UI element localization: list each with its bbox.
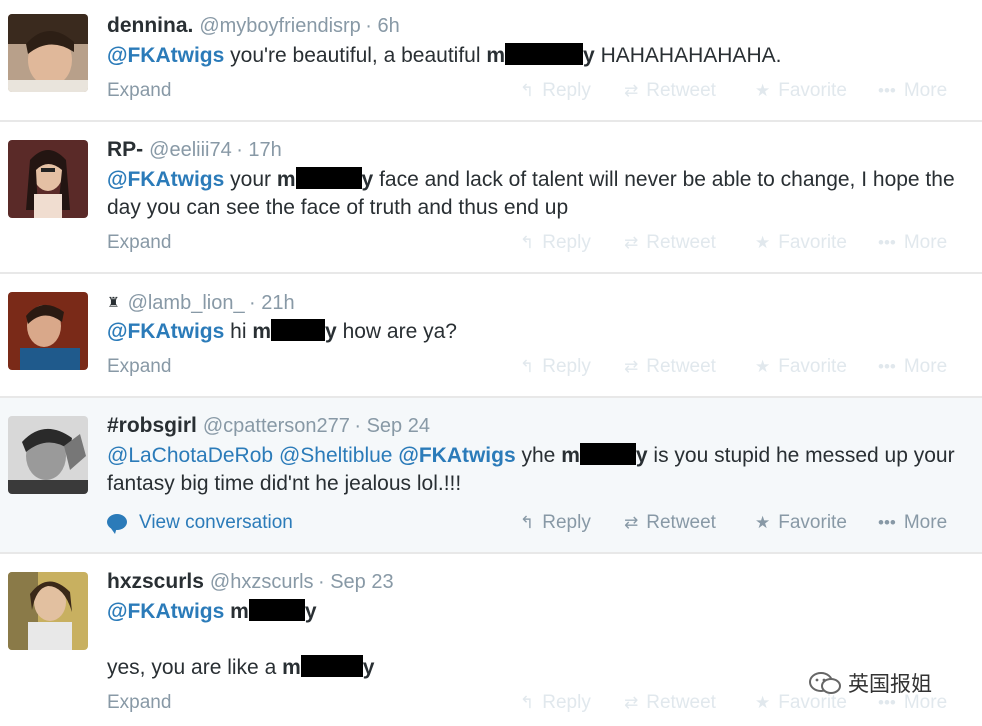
avatar[interactable] xyxy=(8,292,88,370)
more-button[interactable]: ••• More xyxy=(878,356,947,378)
expand-link[interactable]: Expand xyxy=(107,232,171,254)
avatar[interactable] xyxy=(8,140,88,218)
reply-icon: ↰ xyxy=(520,693,535,712)
redaction-bar xyxy=(300,655,363,677)
display-name[interactable]: dennina. xyxy=(107,14,193,37)
mention-link[interactable]: @Sheltiblue xyxy=(279,444,393,467)
tweet-1[interactable]: dennina. @myboyfriendisrp · 6h @FKAtwigs … xyxy=(0,0,982,122)
retweet-icon: ⇄ xyxy=(624,513,639,532)
tweet-header: RP- @eeliii74 · 17h xyxy=(107,138,282,162)
timestamp[interactable]: · Sep 24 xyxy=(354,415,430,437)
more-button[interactable]: ••• More xyxy=(878,232,947,254)
tweet-header: #robsgirl @cpatterson277 · Sep 24 xyxy=(107,414,430,438)
tweet-actions: ↰ Reply ⇄ Retweet ★ Favorite ••• More xyxy=(520,80,965,104)
retweet-button[interactable]: ⇄ Retweet xyxy=(624,232,716,254)
retweet-button[interactable]: ⇄ Retweet xyxy=(624,80,716,102)
retweet-icon: ⇄ xyxy=(624,693,639,712)
wechat-icon xyxy=(809,672,841,694)
avatar[interactable] xyxy=(8,416,88,494)
reply-icon: ↰ xyxy=(520,357,535,376)
protected-account-icon: ♜ xyxy=(107,294,120,310)
tweet-text: @FKAtwigs your my face and lack of talen… xyxy=(107,167,955,219)
reply-button[interactable]: ↰ Reply xyxy=(520,692,591,714)
expand-link[interactable]: Expand xyxy=(107,80,171,102)
retweet-icon: ⇄ xyxy=(624,81,639,100)
favorite-button[interactable]: ★ Favorite xyxy=(755,512,847,534)
retweet-button[interactable]: ⇄ Retweet xyxy=(624,512,716,534)
tweet-actions: ↰ Reply ⇄ Retweet ★ Favorite ••• More xyxy=(520,356,965,380)
display-name[interactable]: #robsgirl xyxy=(107,414,197,437)
tweet-text: @LaChotaDeRob @Sheltiblue @FKAtwigs yhe … xyxy=(107,443,955,495)
timestamp[interactable]: · 17h xyxy=(236,139,282,161)
redaction-bar xyxy=(505,43,584,65)
mention-link[interactable]: @FKAtwigs xyxy=(107,44,224,67)
avatar[interactable] xyxy=(8,572,88,650)
mention-link[interactable]: @FKAtwigs xyxy=(107,320,224,343)
more-button[interactable]: ••• More xyxy=(878,512,947,534)
expand-link[interactable]: Expand xyxy=(107,692,171,714)
reply-button[interactable]: ↰ Reply xyxy=(520,232,591,254)
reply-icon: ↰ xyxy=(520,513,535,532)
retweet-button[interactable]: ⇄ Retweet xyxy=(624,692,716,714)
more-dots-icon: ••• xyxy=(878,357,896,376)
star-icon: ★ xyxy=(755,233,771,252)
mention-link[interactable]: @LaChotaDeRob xyxy=(107,444,273,467)
watermark: 英国报姐 xyxy=(808,668,932,698)
redaction-bar xyxy=(248,599,305,621)
tweet-header: dennina. @myboyfriendisrp · 6h xyxy=(107,14,400,38)
username[interactable]: @myboyfriendisrp xyxy=(199,15,360,37)
retweet-button[interactable]: ⇄ Retweet xyxy=(624,356,716,378)
favorite-button[interactable]: ★ Favorite xyxy=(755,356,847,378)
mention-link[interactable]: @FKAtwigs xyxy=(107,600,224,623)
tweet-text: @FKAtwigs my xyxy=(107,599,317,623)
mention-link[interactable]: @FKAtwigs xyxy=(398,444,515,467)
display-name[interactable]: hxzscurls xyxy=(107,570,204,593)
reply-button[interactable]: ↰ Reply xyxy=(520,512,591,534)
tweet-text: @FKAtwigs hi my how are ya? xyxy=(107,319,457,343)
tweet-4[interactable]: #robsgirl @cpatterson277 · Sep 24 @LaChot… xyxy=(0,398,982,554)
username[interactable]: @hxzscurls xyxy=(210,571,314,593)
more-dots-icon: ••• xyxy=(878,233,896,252)
view-conversation-link[interactable]: View conversation xyxy=(107,512,293,534)
retweet-icon: ⇄ xyxy=(624,233,639,252)
star-icon: ★ xyxy=(755,693,771,712)
expand-link[interactable]: Expand xyxy=(107,356,171,378)
star-icon: ★ xyxy=(755,81,771,100)
star-icon: ★ xyxy=(755,513,771,532)
timestamp[interactable]: · 6h xyxy=(365,15,399,37)
username[interactable]: @lamb_lion_ xyxy=(128,292,245,314)
reply-button[interactable]: ↰ Reply xyxy=(520,80,591,102)
tweet-5[interactable]: hxzscurls @hxzscurls · Sep 23 @FKAtwigs m… xyxy=(0,554,982,726)
reply-button[interactable]: ↰ Reply xyxy=(520,356,591,378)
display-name[interactable]: RP- xyxy=(107,138,143,161)
more-button[interactable]: ••• More xyxy=(878,80,947,102)
tweet-actions: ↰ Reply ⇄ Retweet ★ Favorite ••• More xyxy=(520,232,965,256)
tweet-2[interactable]: RP- @eeliii74 · 17h @FKAtwigs your my fac… xyxy=(0,122,982,274)
redaction-bar xyxy=(295,167,362,189)
tweet-header: hxzscurls @hxzscurls · Sep 23 xyxy=(107,570,394,594)
tweet-actions: ↰ Reply ⇄ Retweet ★ Favorite ••• More xyxy=(520,512,965,536)
more-dots-icon: ••• xyxy=(878,513,896,532)
favorite-button[interactable]: ★ Favorite xyxy=(755,232,847,254)
reply-icon: ↰ xyxy=(520,233,535,252)
mention-link[interactable]: @FKAtwigs xyxy=(107,168,224,191)
tweet-3[interactable]: ♜ @lamb_lion_ · 21h @FKAtwigs hi my how a… xyxy=(0,274,982,398)
username[interactable]: @eeliii74 xyxy=(149,139,232,161)
favorite-button[interactable]: ★ Favorite xyxy=(755,80,847,102)
timestamp[interactable]: · 21h xyxy=(249,292,295,314)
timestamp[interactable]: · Sep 23 xyxy=(318,571,394,593)
avatar[interactable] xyxy=(8,14,88,92)
redaction-bar xyxy=(579,443,636,465)
tweet-text: @FKAtwigs you're beautiful, a beautiful … xyxy=(107,43,782,67)
redaction-bar xyxy=(271,319,326,341)
retweet-icon: ⇄ xyxy=(624,357,639,376)
reply-icon: ↰ xyxy=(520,81,535,100)
username[interactable]: @cpatterson277 xyxy=(203,415,350,437)
star-icon: ★ xyxy=(755,357,771,376)
conversation-icon xyxy=(107,514,127,534)
tweet-header: ♜ @lamb_lion_ · 21h xyxy=(107,290,295,314)
more-dots-icon: ••• xyxy=(878,81,896,100)
